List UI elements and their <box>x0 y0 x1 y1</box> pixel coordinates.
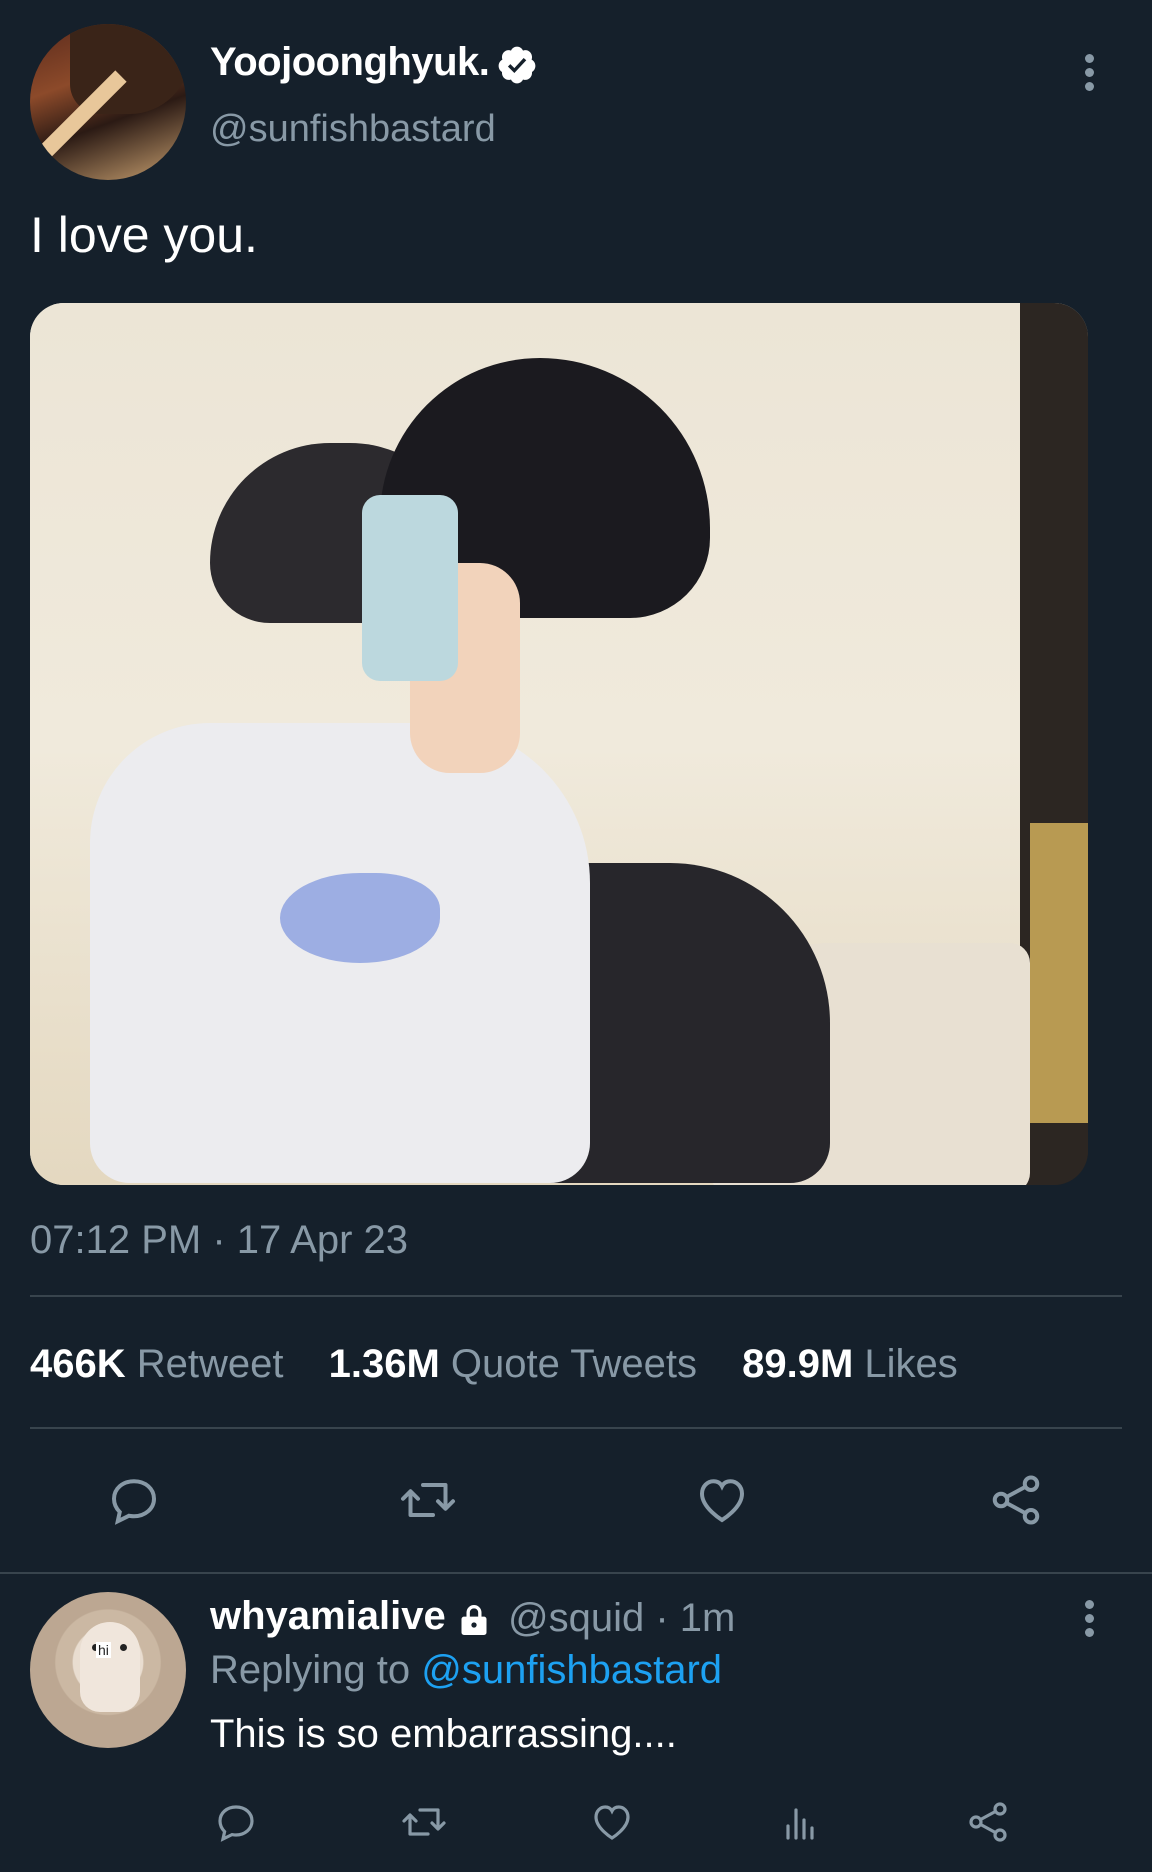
divider <box>30 1427 1122 1429</box>
reply-handle-time[interactable]: @squid · 1m <box>508 1596 735 1641</box>
like-count[interactable]: 89.9M <box>742 1342 853 1386</box>
reply-icon[interactable] <box>104 1470 164 1530</box>
avatar-tag: hi <box>96 1642 111 1658</box>
replying-prefix: Replying to <box>210 1648 411 1692</box>
lock-icon <box>454 1600 494 1640</box>
tweet-photo[interactable] <box>30 303 1088 1185</box>
heart-icon[interactable] <box>692 1470 752 1530</box>
quote-label[interactable]: Quote Tweets <box>451 1342 697 1386</box>
retweet-label[interactable]: Retweet <box>137 1342 284 1386</box>
retweet-icon[interactable] <box>398 1470 458 1530</box>
retweet-icon[interactable] <box>400 1798 448 1846</box>
reply-icon[interactable] <box>212 1798 260 1846</box>
tweet-timestamp: 07:12 PM · 17 Apr 23 <box>30 1218 409 1262</box>
divider <box>30 1295 1122 1297</box>
heart-icon[interactable] <box>588 1798 636 1846</box>
share-icon[interactable] <box>964 1798 1012 1846</box>
quote-count[interactable]: 1.36M <box>329 1342 440 1386</box>
author-handle[interactable]: @sunfishbastard <box>210 108 496 151</box>
like-label[interactable]: Likes <box>864 1342 957 1386</box>
tweet-stats: 466K Retweet 1.36M Quote Tweets 89.9M Li… <box>30 1342 992 1387</box>
replying-mention-link[interactable]: @sunfishbastard <box>421 1648 722 1692</box>
tweet-text: I love you. <box>30 207 258 263</box>
replying-to: Replying to @sunfishbastard <box>210 1648 722 1693</box>
author-display-name[interactable]: Yoojoonghyuk. <box>210 40 490 85</box>
more-options-icon[interactable] <box>1082 1600 1096 1640</box>
more-options-icon[interactable] <box>1082 54 1096 94</box>
analytics-icon[interactable] <box>776 1798 824 1846</box>
reply-display-name[interactable]: whyamialive <box>210 1594 446 1639</box>
share-icon[interactable] <box>986 1470 1046 1530</box>
reply-author-avatar[interactable]: hi <box>30 1592 186 1748</box>
divider <box>0 1572 1152 1574</box>
retweet-count[interactable]: 466K <box>30 1342 126 1386</box>
author-avatar[interactable] <box>30 24 186 180</box>
reply-text: This is so embarrassing.... <box>210 1712 677 1756</box>
verified-badge-icon <box>496 44 538 86</box>
